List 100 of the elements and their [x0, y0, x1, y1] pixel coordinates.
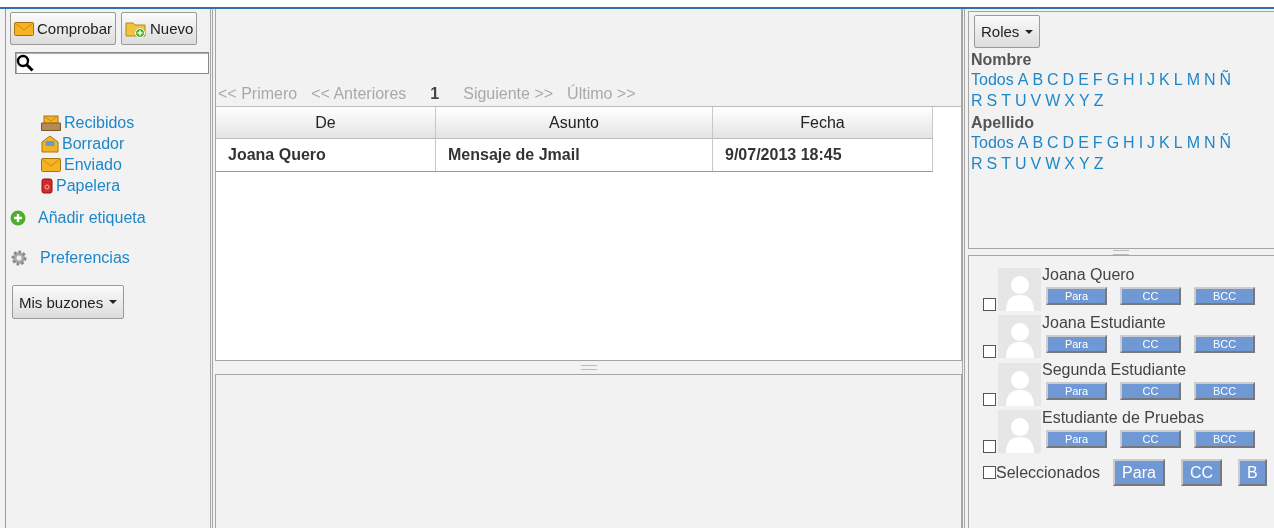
letter-link[interactable]: R — [971, 90, 983, 111]
letter-link[interactable]: S — [986, 153, 998, 174]
letter-link[interactable]: D — [1062, 69, 1075, 90]
letter-link[interactable]: U — [1015, 153, 1027, 174]
column-header[interactable]: Fecha — [712, 107, 933, 139]
plus-circle-icon — [10, 209, 26, 226]
folder-add-icon — [125, 19, 148, 38]
letter-link[interactable]: A — [1017, 132, 1029, 153]
letter-link[interactable]: L — [1173, 132, 1183, 153]
letter-link[interactable]: L — [1173, 69, 1183, 90]
letter-link[interactable]: J — [1147, 69, 1156, 90]
recipient-button[interactable]: BCC — [1194, 382, 1255, 400]
letter-link[interactable]: Ñ — [1219, 69, 1232, 90]
recipient-button[interactable]: CC — [1120, 429, 1181, 448]
envelope-icon — [14, 21, 34, 36]
letter-link[interactable]: X — [1064, 153, 1076, 174]
recipient-button[interactable]: CC — [1120, 334, 1181, 353]
sidebar-link[interactable]: Añadir etiqueta — [38, 207, 146, 228]
page-number[interactable]: 1 — [430, 85, 440, 103]
letter-link[interactable]: F — [1092, 132, 1103, 153]
recipient-button[interactable]: BCC — [1194, 287, 1255, 305]
toolbar-button[interactable]: Comprobar — [10, 12, 117, 45]
letter-link[interactable]: C — [1047, 69, 1059, 90]
letter-link[interactable]: E — [1078, 69, 1089, 90]
pager-link[interactable]: Siguiente >> — [463, 85, 554, 103]
folder-link[interactable]: Borrador — [62, 133, 125, 154]
letter-link[interactable]: V — [1030, 153, 1042, 174]
letter-link[interactable]: Todos — [971, 132, 1014, 153]
letter-link[interactable]: V — [1030, 90, 1042, 111]
search-field[interactable] — [15, 52, 209, 74]
folder-link[interactable]: Enviado — [64, 154, 122, 175]
letter-link[interactable]: B — [1032, 69, 1044, 90]
letter-link[interactable]: N — [1204, 69, 1216, 90]
toolbar-button[interactable]: Nuevo — [121, 12, 198, 45]
letter-link[interactable]: W — [1045, 153, 1061, 174]
letter-link[interactable]: U — [1015, 90, 1027, 111]
folder-link[interactable]: Papelera — [56, 175, 121, 196]
checkbox[interactable] — [983, 392, 996, 406]
letter-link[interactable]: Todos — [971, 69, 1014, 90]
letter-link[interactable]: H — [1123, 69, 1135, 90]
letter-link[interactable]: G — [1106, 132, 1120, 153]
pager-link[interactable]: << Anteriores — [311, 85, 407, 103]
letter-link[interactable]: A — [1017, 69, 1029, 90]
letter-link[interactable]: F — [1092, 69, 1103, 90]
letter-link[interactable]: Z — [1093, 90, 1104, 111]
letter-link[interactable]: K — [1159, 69, 1170, 90]
roles-dropdown[interactable]: Roles — [974, 15, 1041, 48]
recipient-button[interactable]: Para — [1046, 429, 1107, 448]
letter-link[interactable]: R — [971, 153, 983, 174]
inbox-tray-icon — [41, 114, 61, 131]
mailbox-dropdown[interactable]: Mis buzones — [12, 285, 125, 319]
letter-link[interactable]: C — [1047, 132, 1059, 153]
letter-link[interactable]: N — [1204, 132, 1216, 153]
recipient-button[interactable]: Para — [1046, 287, 1107, 305]
checkbox[interactable] — [983, 345, 996, 358]
recipient-button[interactable]: Para — [1046, 334, 1107, 353]
column-header[interactable]: De — [216, 107, 436, 139]
letter-link[interactable]: B — [1032, 132, 1044, 153]
recipient-button[interactable]: BCC — [1194, 429, 1255, 448]
letter-link[interactable]: Y — [1079, 90, 1090, 111]
recipient-button[interactable]: CC — [1120, 382, 1181, 400]
pager-link[interactable]: Último >> — [567, 85, 636, 103]
checkbox[interactable] — [983, 440, 996, 453]
pager-link[interactable]: << Primero — [218, 85, 298, 103]
letter-link[interactable]: Z — [1093, 153, 1104, 174]
letter-link[interactable]: K — [1159, 132, 1170, 153]
filter-heading: Apellido — [971, 114, 1036, 132]
recipient-button[interactable]: CC — [1180, 459, 1222, 486]
letter-link[interactable]: I — [1138, 132, 1144, 153]
recipient-button[interactable]: B — [1238, 459, 1267, 486]
checkbox[interactable] — [983, 466, 996, 479]
table-cell: Joana Quero — [216, 138, 436, 172]
letter-link[interactable]: M — [1186, 132, 1200, 153]
recipient-button[interactable]: Para — [1046, 382, 1107, 400]
filter-heading: Nombre — [971, 51, 1033, 69]
recipient-button[interactable]: CC — [1120, 287, 1181, 305]
letter-link[interactable]: Y — [1079, 153, 1090, 174]
letter-link[interactable]: H — [1123, 132, 1135, 153]
letter-link[interactable]: W — [1045, 90, 1061, 111]
letter-link[interactable]: E — [1078, 132, 1089, 153]
letter-link[interactable]: D — [1062, 132, 1075, 153]
letter-link[interactable]: I — [1138, 69, 1144, 90]
contact-name: Joana Quero — [1042, 265, 1136, 284]
contact-name: Joana Estudiante — [1042, 312, 1167, 332]
letter-link[interactable]: S — [986, 90, 998, 111]
select-all-label: Seleccionados — [996, 463, 1101, 482]
letter-link[interactable]: G — [1106, 69, 1120, 90]
recipient-button[interactable]: Para — [1113, 459, 1165, 486]
letter-link[interactable]: J — [1147, 132, 1156, 153]
letter-link[interactable]: X — [1064, 90, 1076, 111]
recipient-button[interactable]: BCC — [1194, 334, 1255, 353]
folder-link[interactable]: Recibidos — [64, 112, 135, 133]
letter-link[interactable]: T — [1001, 90, 1011, 111]
letter-link[interactable]: Ñ — [1219, 132, 1232, 153]
checkbox[interactable] — [983, 297, 996, 311]
letter-link[interactable]: M — [1186, 69, 1200, 90]
letter-link[interactable]: T — [1001, 153, 1011, 174]
column-header[interactable]: Asunto — [435, 107, 713, 139]
gear-icon — [10, 248, 28, 267]
sidebar-link[interactable]: Preferencias — [40, 247, 130, 268]
